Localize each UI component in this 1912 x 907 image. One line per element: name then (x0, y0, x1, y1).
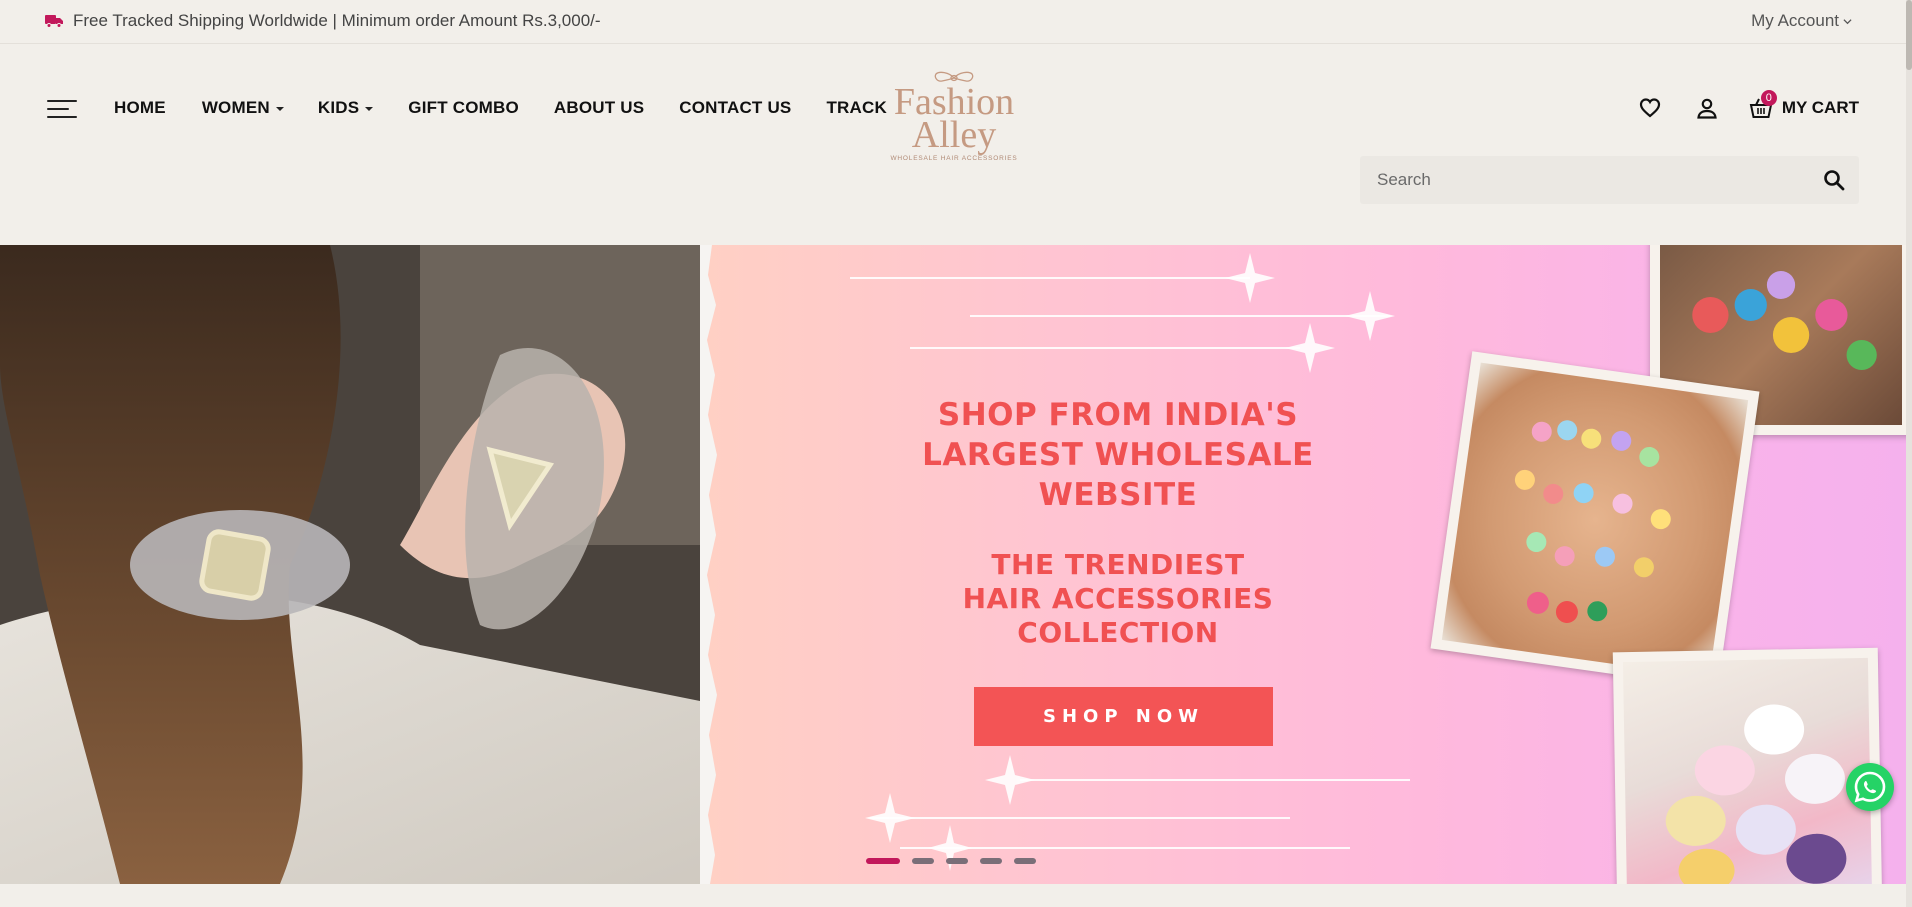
cart-label: MY CART (1781, 98, 1859, 117)
nav-item-contact-us[interactable]: CONTACT US (679, 98, 791, 118)
cart-icon-wrap: 0 (1749, 90, 1777, 120)
wishlist-heart-icon[interactable] (1638, 96, 1662, 120)
photo-image (1441, 362, 1749, 678)
hero-subheadline-line: HAIR ACCESSORIES (962, 582, 1274, 615)
nav-item-track[interactable]: TRACK (826, 98, 887, 118)
page-scrollbar[interactable] (1906, 0, 1912, 907)
hero-subheadline-line: COLLECTION (1017, 616, 1219, 649)
slider-dot-4[interactable] (980, 858, 1002, 864)
search-bar (1360, 156, 1859, 204)
hair-accessory-model-photo (0, 245, 720, 884)
announcement-bar: Free Tracked Shipping Worldwide | Minimu… (0, 0, 1906, 44)
hamburger-line (47, 116, 77, 118)
my-account-dropdown[interactable]: My Account (1751, 11, 1852, 31)
scrollbar-thumb[interactable] (1906, 0, 1912, 70)
hamburger-line (47, 108, 69, 110)
hero-headline-line: SHOP FROM INDIA'S (937, 397, 1299, 433)
shop-now-button[interactable]: SHOP NOW (974, 687, 1273, 746)
nav-item-about-us[interactable]: ABOUT US (554, 98, 644, 118)
my-account-label: My Account (1751, 11, 1839, 30)
shipping-announcement: Free Tracked Shipping Worldwide | Minimu… (73, 11, 601, 30)
nav-label: CONTACT US (679, 98, 792, 117)
main-nav: HOME WOMEN KIDS GIFT COMBO ABOUT US CONT… (114, 98, 887, 118)
nav-label: ABOUT US (553, 98, 645, 117)
hero-subheadline-line: THE TRENDIEST (991, 548, 1245, 581)
whatsapp-icon (1854, 771, 1886, 803)
nav-label: HOME (114, 98, 166, 117)
slider-dot-5[interactable] (1014, 858, 1036, 864)
nav-item-kids[interactable]: KIDS (317, 98, 374, 118)
slider-dot-2[interactable] (912, 858, 934, 864)
cart-button[interactable]: 0 MY CART (1749, 90, 1859, 120)
character-clips-illustration (1665, 704, 1847, 884)
whatsapp-chat-button[interactable] (1846, 763, 1894, 811)
product-photo-character-clips (1612, 647, 1883, 884)
nav-item-gift-combo[interactable]: GIFT COMBO (408, 98, 519, 118)
fruit-clips-illustration (1514, 420, 1671, 623)
menu-button[interactable] (47, 99, 77, 119)
torn-paper-edge (700, 245, 717, 884)
truck-icon (45, 15, 63, 28)
logo-tagline: WHOLESALE HAIR ACCESSORIES (890, 155, 1018, 162)
slider-pagination (866, 858, 1036, 864)
nav-label: TRACK (826, 98, 887, 117)
site-logo[interactable]: Fashion Alley WHOLESALE HAIR ACCESSORIES (884, 70, 1024, 170)
nav-label: GIFT COMBO (408, 98, 519, 117)
slider-dot-3[interactable] (946, 858, 968, 864)
hero-subheadline: THE TRENDIEST HAIR ACCESSORIES COLLECTIO… (900, 548, 1336, 650)
logo-line-2: Alley (911, 114, 997, 156)
caret-down-icon (275, 107, 284, 111)
user-account-icon[interactable] (1695, 96, 1719, 120)
nav-item-women[interactable]: WOMEN (202, 98, 284, 118)
search-input[interactable] (1360, 170, 1800, 190)
caret-down-icon (365, 107, 374, 111)
nav-label: WOMEN (201, 98, 270, 117)
hero-banner-slider[interactable]: SHOP FROM INDIA'S LARGEST WHOLESALE WEBS… (0, 245, 1906, 884)
hero-headline-line: LARGEST WHOLESALE (922, 437, 1314, 473)
cart-count-badge: 0 (1760, 90, 1777, 106)
nav-item-home[interactable]: HOME (114, 98, 166, 118)
photo-illustration (0, 245, 720, 884)
product-photo-fruit-clips (1430, 351, 1760, 689)
hero-headline-line: WEBSITE (1038, 477, 1198, 513)
hamburger-line (47, 100, 77, 102)
slider-dot-1[interactable] (866, 858, 900, 864)
search-icon[interactable] (1823, 169, 1845, 191)
nav-label: KIDS (317, 98, 360, 117)
chevron-down-icon (1843, 18, 1852, 24)
header-actions: 0 MY CART (1638, 90, 1859, 120)
hero-headline: SHOP FROM INDIA'S LARGEST WHOLESALE WEBS… (900, 395, 1336, 515)
photo-image (1622, 657, 1873, 884)
